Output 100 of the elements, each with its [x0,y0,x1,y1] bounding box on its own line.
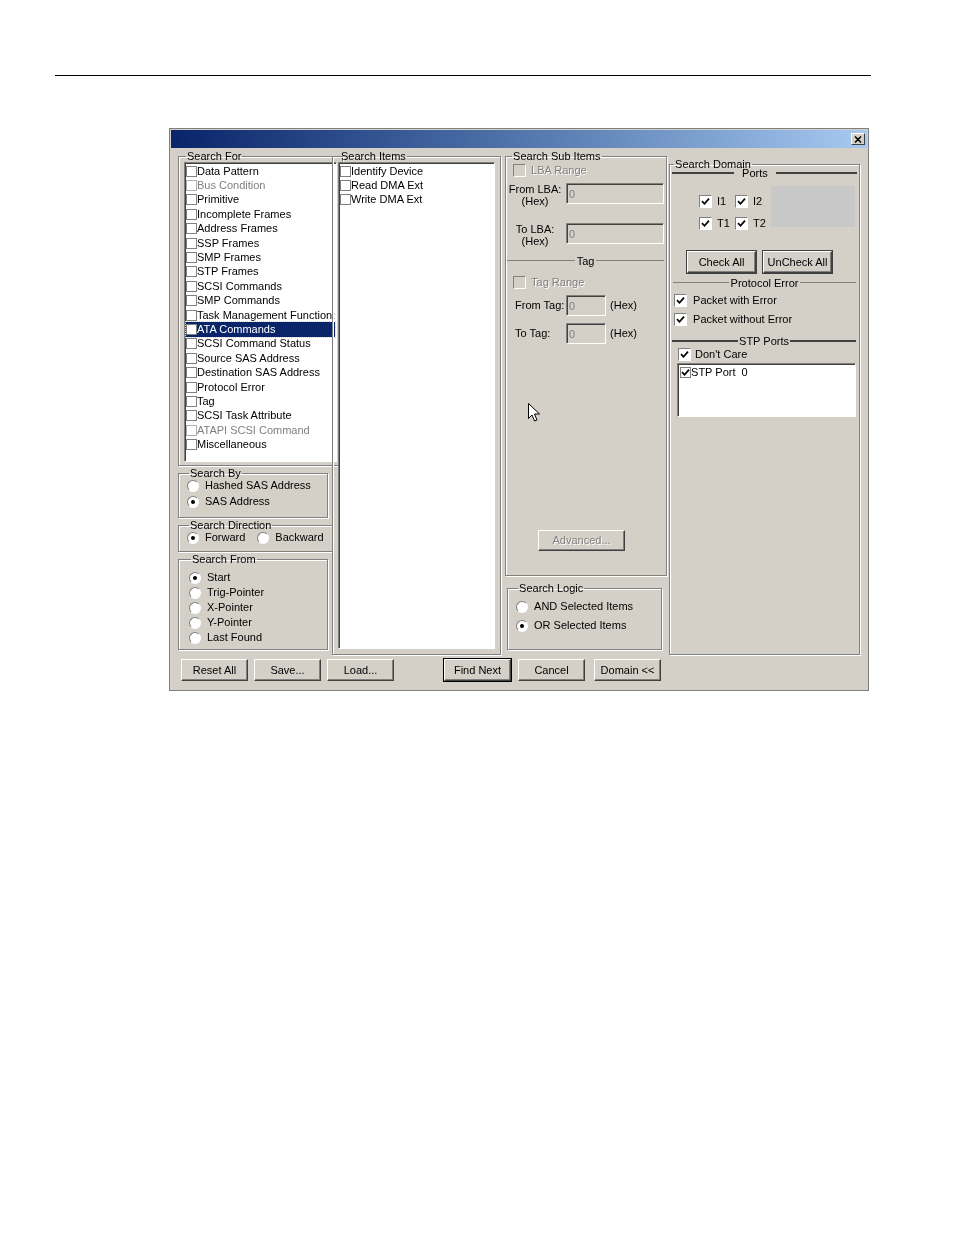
checkbox[interactable] [186,266,197,278]
item-label: Address Frames [197,222,278,236]
checkbox[interactable] [186,338,197,350]
item-label: Incomplete Frames [197,207,292,221]
checkbox[interactable] [186,324,197,335]
item-label: Task Management Function: [197,308,336,322]
close-icon [854,135,862,143]
item-label: Identify Device [351,164,424,178]
checkbox[interactable] [186,309,197,321]
group-title: Search Direction [189,519,273,531]
push-button[interactable]: Load... [327,659,394,681]
field-label: From Tag: [515,299,566,312]
push-button[interactable]: Cancel [518,659,585,681]
checkbox-label: Tag Range [531,276,585,289]
checkbox[interactable] [340,194,351,206]
radio-button[interactable] [189,601,201,614]
list-item[interactable]: SSP Frames [186,235,336,251]
list-item[interactable]: Destination SAS Address [186,365,336,380]
field-unit: (Hex) [521,235,549,247]
checkbox-label: Packet without Error [693,313,793,326]
checkbox[interactable] [186,367,197,379]
radio-button[interactable] [516,600,529,613]
checkbox[interactable] [186,194,197,206]
radio-button[interactable] [187,479,199,492]
checkbox[interactable] [735,217,749,230]
list-item[interactable]: Tag [186,394,336,409]
radio-label: X-Pointer [207,601,253,614]
checkbox-label: T2 [753,217,766,230]
list-item[interactable]: Primitive [186,192,336,208]
push-button[interactable]: Save... [254,659,321,681]
radio-button[interactable] [516,619,529,632]
push-button[interactable]: Domain << [594,659,661,681]
list-item[interactable]: STP Frames [186,264,336,280]
list-item[interactable]: SMP Frames [186,250,336,265]
checkbox[interactable] [186,295,197,307]
list-item[interactable]: SCSI Command Status [186,336,336,352]
list-item[interactable]: SCSI Task Attribute [186,408,336,424]
list-item[interactable]: SCSI Commands [186,279,336,294]
list-item[interactable]: Miscellaneous [186,437,336,452]
group-title: Search Domain [674,158,751,170]
item-label: Tag [197,394,215,408]
item-label: SMP Commands [197,294,280,308]
section-heading: STP Ports [739,335,789,347]
checkbox[interactable] [186,439,197,451]
list-item[interactable]: Incomplete Frames [186,207,336,222]
item-label: Destination SAS Address [197,366,320,380]
push-button[interactable]: UnCheck All [763,251,833,273]
radio-button[interactable] [187,495,199,508]
field-unit: (Hex) [521,195,549,207]
list-item[interactable]: SMP Commands [186,293,336,308]
group-title: Search Logic [518,582,585,594]
checkbox[interactable] [186,165,197,177]
push-button[interactable]: Check All [687,251,757,273]
group-title: Search Sub Items [512,150,602,162]
checkbox[interactable] [680,367,692,378]
field-unit: (Hex) [610,299,637,312]
checkbox[interactable] [186,252,197,264]
radio-button[interactable] [189,571,201,584]
list-item[interactable]: Source SAS Address [186,351,336,366]
item-label: ATAPI SCSI Command [197,423,310,437]
radio-label: Hashed SAS Address [205,479,311,492]
radio-label: Y-Pointer [207,616,252,629]
checkbox[interactable] [699,195,713,208]
checkbox[interactable] [678,348,692,361]
list-item[interactable]: Protocol Error [186,379,336,395]
radio-label: Forward [205,531,246,544]
radio-button[interactable] [189,631,201,644]
radio-button[interactable] [187,531,199,544]
push-button[interactable]: Reset All [181,659,248,681]
radio-button[interactable] [189,616,201,629]
radio-button[interactable] [189,586,201,599]
item-label: Data Pattern [197,164,259,178]
checkbox[interactable] [340,180,351,192]
checkbox[interactable] [186,381,197,393]
checkbox[interactable] [186,208,197,220]
checkbox-label: Packet with Error [693,294,777,307]
push-button[interactable]: Find Next [444,659,511,681]
item-label: STP Port 0 [691,366,748,379]
item-label: Read DMA Ext [351,179,424,193]
list-item[interactable]: Task Management Function: [186,307,336,323]
checkbox[interactable] [186,280,197,292]
checkbox[interactable] [186,395,197,407]
radio-button[interactable] [257,531,270,544]
checkbox[interactable] [186,410,197,422]
checkbox[interactable] [674,294,688,307]
list-item[interactable]: Address Frames [186,221,336,236]
checkbox[interactable] [735,195,749,208]
checkbox[interactable] [699,217,713,230]
checkbox[interactable] [340,165,351,177]
item-label: SCSI Command Status [197,337,311,351]
close-button[interactable] [851,133,865,145]
checkbox[interactable] [674,313,688,326]
item-label: Source SAS Address [197,351,300,365]
list-item[interactable]: Data Pattern [186,164,336,179]
checkbox[interactable] [186,237,197,249]
list-item[interactable]: ATA Commands [186,322,336,337]
checkbox[interactable] [186,223,197,235]
group-title: Search By [189,467,242,479]
checkbox[interactable] [186,352,197,364]
checkbox-label: Don't Care [695,348,748,361]
